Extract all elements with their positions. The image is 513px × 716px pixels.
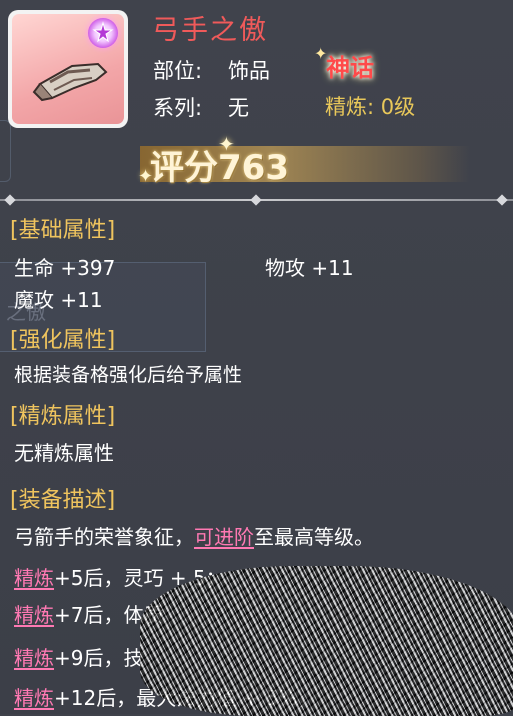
advance-link[interactable]: 可进阶 bbox=[194, 525, 254, 549]
refine-level: 精炼: 0级 bbox=[325, 95, 416, 119]
item-name: 弓手之傲 bbox=[152, 15, 268, 46]
item-icon bbox=[12, 14, 124, 124]
description-text: 弓箭手的荣誉象征， bbox=[14, 525, 194, 549]
score: 评分763 bbox=[150, 140, 289, 189]
refine-link[interactable]: 精炼 bbox=[14, 646, 54, 670]
stat-hp: 生命 +397 bbox=[14, 256, 116, 280]
divider-ornament bbox=[250, 194, 262, 206]
stat-matk: 魔攻 +11 bbox=[14, 288, 103, 312]
enhance-text: 根据装备格强化后给予属性 bbox=[14, 364, 243, 386]
score-value: 763 bbox=[218, 148, 289, 188]
series-value: 无 bbox=[228, 96, 249, 120]
divider-ornament bbox=[4, 194, 16, 206]
refine-link[interactable]: 精炼 bbox=[14, 566, 54, 590]
stat-patk: 物攻 +11 bbox=[265, 256, 354, 280]
divider-ornament bbox=[496, 194, 508, 206]
section-title-enhance: [强化属性] bbox=[10, 328, 116, 353]
description: 弓箭手的荣誉象征，可进阶至最高等级。 bbox=[14, 521, 374, 550]
section-title-refine: [精炼属性] bbox=[10, 404, 116, 429]
description-text-end: 至最高等级。 bbox=[254, 525, 374, 549]
divider bbox=[0, 194, 513, 206]
score-prefix: 评分 bbox=[150, 148, 218, 188]
refine-link[interactable]: 精炼 bbox=[14, 603, 54, 627]
item-icon-frame bbox=[8, 10, 128, 128]
refine-link[interactable]: 精炼 bbox=[14, 686, 54, 710]
refine-bonus-text: +9后，技 bbox=[54, 646, 144, 670]
refine-bonus-line: 精炼+9后，技 bbox=[14, 642, 143, 671]
item-detail-panel: 之傲 弓手之傲 部位: 饰品 系列: 无 ✦ 神话 精炼: 0级 ✦ ✦ 评分7… bbox=[0, 0, 513, 716]
section-title-desc: [装备描述] bbox=[10, 488, 116, 513]
background-tab bbox=[0, 120, 11, 182]
obscured-overlay bbox=[140, 566, 513, 716]
slot-value: 饰品 bbox=[228, 59, 270, 83]
section-title-base: [基础属性] bbox=[10, 218, 116, 243]
series-label: 系列: bbox=[153, 96, 203, 120]
rarity-badge-icon bbox=[88, 18, 118, 48]
refine-text: 无精炼属性 bbox=[14, 441, 114, 465]
rarity-label: 神话 bbox=[326, 54, 374, 82]
slot-label: 部位: bbox=[153, 59, 203, 83]
